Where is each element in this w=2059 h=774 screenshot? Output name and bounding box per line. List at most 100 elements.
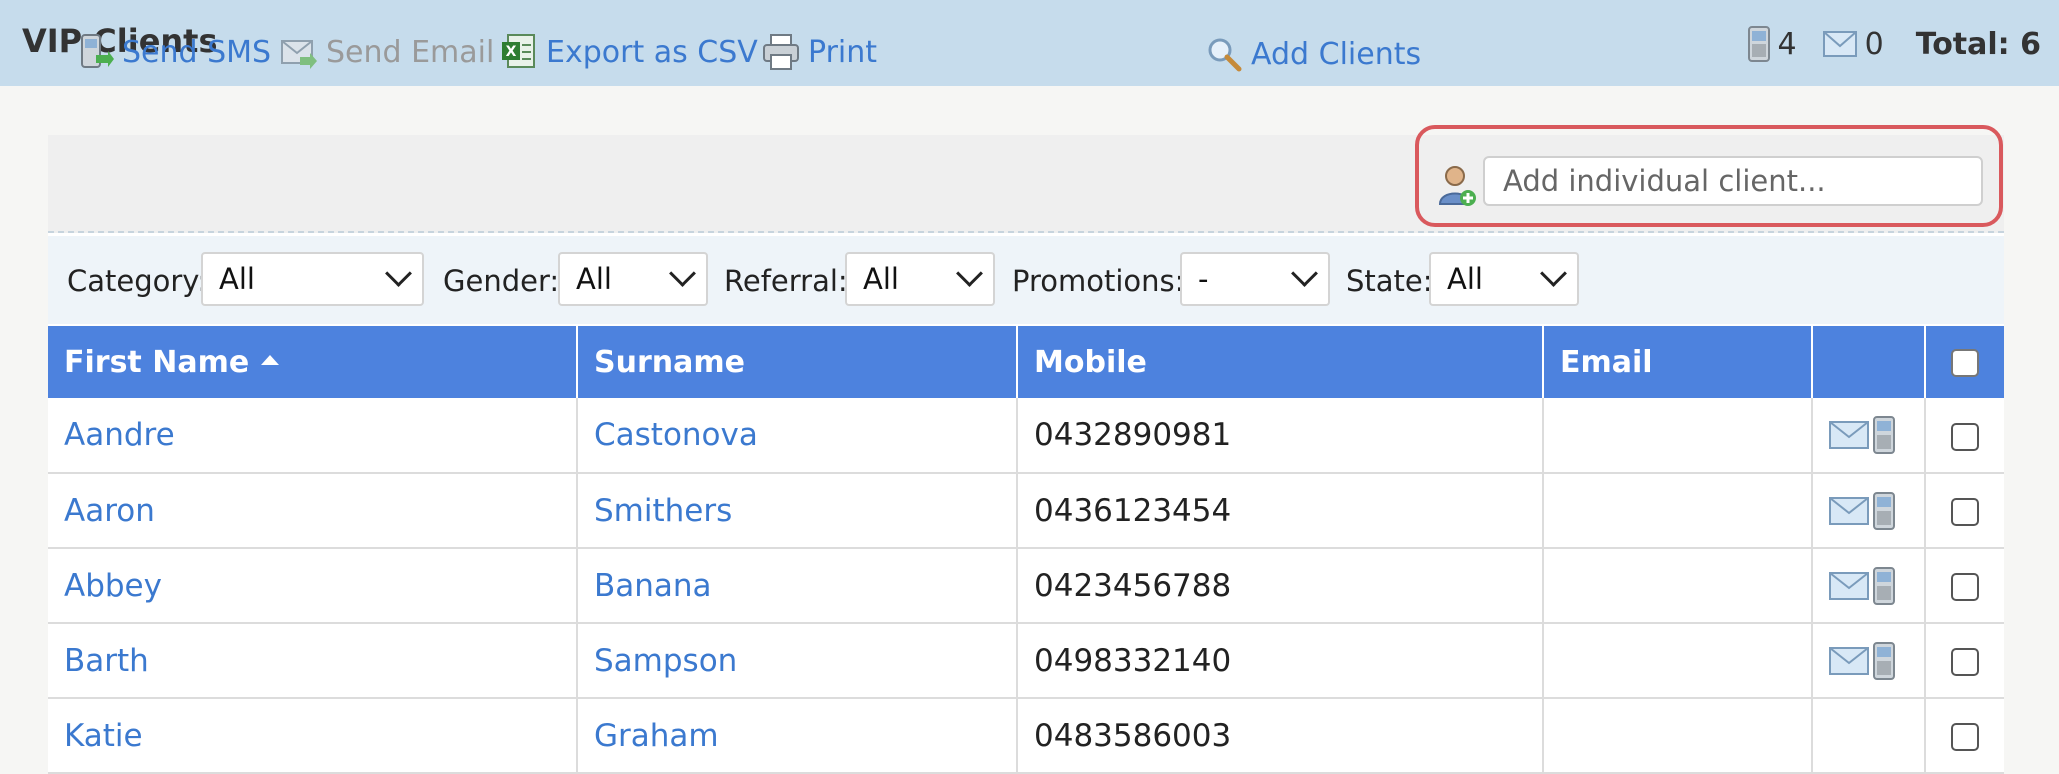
column-header-select-all [1925, 326, 2004, 398]
first-name-cell[interactable]: Barth [48, 623, 578, 699]
print-button[interactable]: Print [762, 30, 877, 74]
category-select[interactable]: All [201, 252, 424, 306]
row-select-cell [1925, 698, 2004, 774]
chevron-down-icon [385, 260, 412, 287]
first-name-cell[interactable]: Abbey [48, 548, 578, 624]
mobile-cell: 0432890981 [1017, 398, 1544, 474]
first-name-header-label: First Name [64, 344, 250, 380]
promotions-select[interactable]: - [1180, 252, 1330, 306]
envelope-icon[interactable] [1829, 646, 1869, 675]
mobile-header-label: Mobile [1034, 344, 1147, 380]
total-count: Total: 6 [1915, 26, 2041, 62]
table-row: Aandre Castonova 0432890981 [48, 398, 2004, 474]
mobile-cell: 0436123454 [1017, 473, 1544, 549]
mobile-phone-icon[interactable] [1873, 566, 1895, 605]
row-checkbox[interactable] [1951, 422, 1979, 451]
first-name-cell[interactable]: Katie [48, 698, 578, 774]
mobile-phone-icon [1747, 26, 1770, 62]
spreadsheet-icon: X [502, 34, 535, 68]
add-clients-button[interactable]: Add Clients [1205, 32, 1421, 76]
contact-icons-cell [1812, 698, 1926, 774]
email-cell [1543, 623, 1813, 699]
magnifier-icon [1208, 38, 1242, 72]
row-checkbox[interactable] [1951, 498, 1979, 526]
email-cell [1543, 548, 1813, 624]
email-cell [1543, 473, 1813, 549]
envelope-icon[interactable] [1829, 421, 1869, 449]
column-header-mobile[interactable]: Mobile [1017, 326, 1544, 398]
send-email-button[interactable]: Send Email [280, 30, 494, 74]
row-select-cell [1925, 623, 2004, 699]
table-row: Barth Sampson 0498332140 [48, 623, 2004, 699]
surname-cell[interactable]: Banana [577, 548, 1018, 624]
promotions-value: - [1198, 262, 1209, 296]
column-header-email[interactable]: Email [1543, 326, 1813, 398]
table-row: Abbey Banana 0423456788 [48, 548, 2004, 624]
send-sms-button[interactable]: Send SMS [76, 30, 271, 74]
contact-icons-cell [1812, 623, 1926, 699]
surname-cell[interactable]: Castonova [577, 398, 1018, 474]
mobile-cell: 0498332140 [1017, 623, 1544, 699]
email-count: 0 [1864, 26, 1884, 62]
table-row: Katie Graham 0483586003 [48, 698, 2004, 774]
state-label: State: [1346, 264, 1433, 298]
column-header-first-name[interactable]: First Name [48, 326, 578, 398]
category-value: All [219, 262, 255, 296]
send-sms-icon [81, 34, 114, 68]
referral-value: All [863, 262, 899, 296]
add-clients-label: Add Clients [1251, 36, 1422, 72]
mobile-phone-icon[interactable] [1873, 416, 1895, 454]
first-name-cell[interactable]: Aandre [48, 398, 578, 474]
row-checkbox[interactable] [1951, 573, 1979, 601]
send-sms-label: Send SMS [122, 34, 272, 70]
envelope-icon[interactable] [1829, 571, 1869, 600]
surname-cell[interactable]: Smithers [577, 473, 1018, 549]
sms-count: 4 [1777, 26, 1797, 62]
printer-icon [763, 34, 799, 70]
table-header-row: First Name Surname Mobile Email [48, 326, 2004, 398]
chevron-down-icon [956, 260, 983, 287]
table-row: Aaron Smithers 0436123454 [48, 473, 2004, 549]
add-person-icon [1438, 166, 1476, 206]
clients-table: First Name Surname Mobile Email Aandre C… [48, 326, 2004, 774]
send-email-label: Send Email [326, 34, 495, 70]
add-individual-client-input[interactable] [1483, 156, 1983, 206]
chevron-down-icon [1291, 260, 1318, 287]
surname-cell[interactable]: Graham [577, 698, 1018, 774]
header-counts: 4 0 Total: 6 [1747, 22, 2041, 66]
chevron-down-icon [1540, 260, 1567, 287]
row-select-cell [1925, 473, 2004, 549]
contact-icons-cell [1812, 398, 1926, 474]
mobile-phone-icon[interactable] [1873, 641, 1895, 680]
email-cell [1543, 398, 1813, 474]
export-csv-button[interactable]: X Export as CSV [500, 30, 758, 74]
mobile-phone-icon[interactable] [1873, 491, 1895, 530]
sort-ascending-icon [261, 355, 280, 365]
envelope-icon[interactable] [1829, 496, 1869, 525]
row-checkbox[interactable] [1951, 648, 1979, 676]
export-csv-label: Export as CSV [546, 34, 758, 70]
print-label: Print [808, 34, 878, 70]
envelope-icon [1822, 31, 1857, 57]
promotions-label: Promotions: [1012, 264, 1185, 298]
contact-icons-cell [1812, 473, 1926, 549]
mobile-cell: 0483586003 [1017, 698, 1544, 774]
surname-header-label: Surname [594, 344, 745, 380]
email-cell [1543, 698, 1813, 774]
surname-cell[interactable]: Sampson [577, 623, 1018, 699]
row-checkbox[interactable] [1951, 723, 1979, 751]
gender-select[interactable]: All [558, 252, 708, 306]
gender-value: All [576, 262, 612, 296]
select-all-checkbox[interactable] [1951, 349, 1979, 377]
state-select[interactable]: All [1429, 252, 1579, 306]
column-header-surname[interactable]: Surname [577, 326, 1018, 398]
referral-select[interactable]: All [845, 252, 995, 306]
row-select-cell [1925, 548, 2004, 624]
referral-label: Referral: [724, 264, 848, 298]
first-name-cell[interactable]: Aaron [48, 473, 578, 549]
svg-text:X: X [506, 44, 517, 60]
category-label: Category: [67, 264, 208, 298]
gender-label: Gender: [443, 264, 560, 298]
send-email-icon [281, 40, 317, 69]
column-header-actions [1812, 326, 1926, 398]
